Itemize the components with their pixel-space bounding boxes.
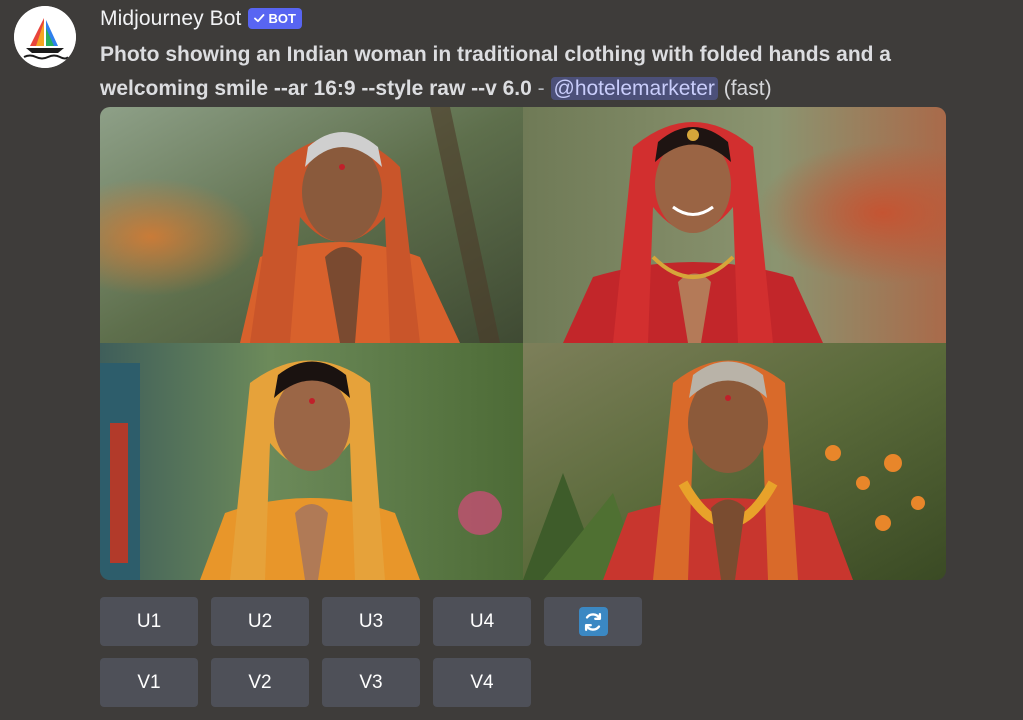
reroll-button[interactable] — [544, 597, 642, 646]
variation-button-1[interactable]: V1 — [100, 658, 198, 707]
variation-button-2[interactable]: V2 — [211, 658, 309, 707]
variation-button-4[interactable]: V4 — [433, 658, 531, 707]
young-woman-yellow-sari-image — [100, 343, 523, 580]
image-1[interactable] — [100, 107, 523, 343]
variation-button-3[interactable]: V3 — [322, 658, 420, 707]
sailboat-logo-icon — [14, 6, 76, 68]
bot-badge: BOT — [248, 7, 302, 29]
verified-check-icon — [254, 14, 265, 23]
image-2[interactable] — [523, 107, 946, 343]
image-4[interactable] — [523, 343, 946, 580]
author-name[interactable]: Midjourney Bot — [100, 7, 241, 31]
young-woman-red-dupatta-image — [523, 107, 946, 343]
midjourney-avatar[interactable] — [14, 6, 76, 68]
image-grid[interactable] — [100, 107, 946, 580]
upscale-button-2[interactable]: U2 — [211, 597, 309, 646]
upscale-button-row: U1 U2 U3 U4 — [100, 597, 642, 646]
generation-mode: (fast) — [723, 77, 772, 100]
reroll-icon — [578, 607, 608, 636]
user-mention[interactable]: @hotelemarketer — [550, 77, 718, 100]
upscale-button-3[interactable]: U3 — [322, 597, 420, 646]
upscale-button-1[interactable]: U1 — [100, 597, 198, 646]
upscale-button-4[interactable]: U4 — [433, 597, 531, 646]
message-content: Photo showing an Indian woman in traditi… — [100, 38, 980, 106]
bot-badge-label: BOT — [268, 10, 296, 26]
elderly-woman-orange-sari-image — [100, 107, 523, 343]
elderly-woman-marigold-garland-image — [523, 343, 946, 580]
separator: - — [531, 77, 551, 100]
bot-message: Midjourney Bot BOT Photo showing an Indi… — [0, 0, 1023, 720]
prompt-text: Photo showing an Indian woman in traditi… — [100, 43, 891, 100]
message-header: Midjourney Bot BOT — [100, 4, 302, 34]
image-3[interactable] — [100, 343, 523, 580]
variation-button-row: V1 V2 V3 V4 — [100, 658, 531, 707]
